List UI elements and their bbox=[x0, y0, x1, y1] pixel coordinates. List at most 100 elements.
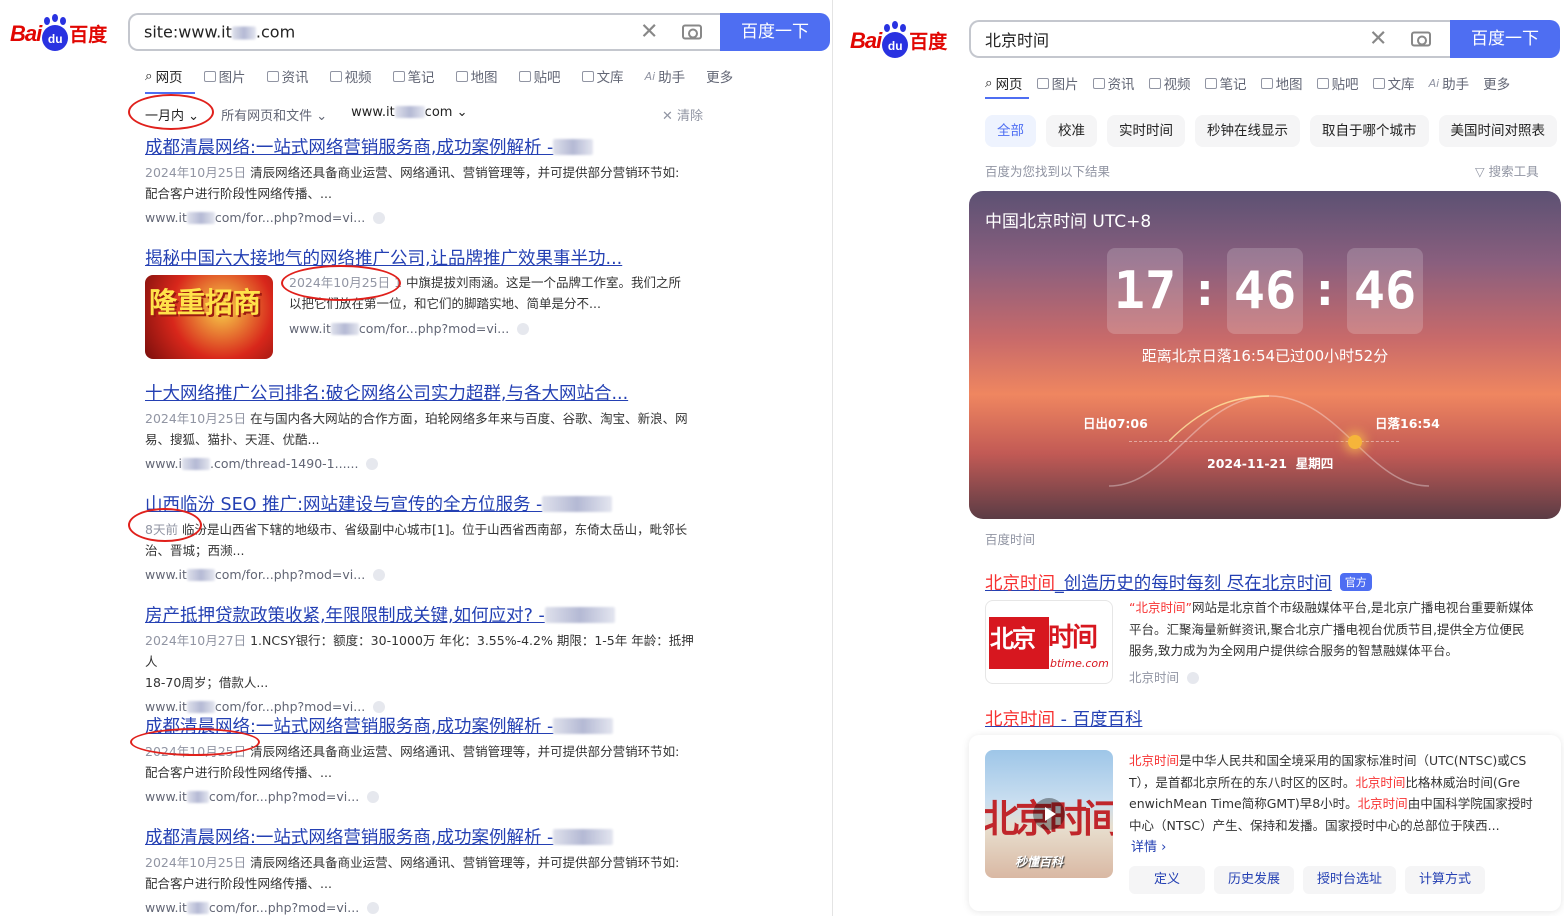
search-button[interactable]: 百度一下 bbox=[1450, 20, 1560, 58]
pill-calculation[interactable]: 计算方式 bbox=[1405, 866, 1486, 894]
clear-icon[interactable]: ✕ bbox=[1369, 27, 1387, 52]
chip-seconds[interactable]: 秒钟在线显示 bbox=[1195, 115, 1300, 147]
result-title[interactable]: 十大网络推广公司排名:破仑网络公司实力超群,与各大网站合... bbox=[145, 380, 705, 405]
result-url[interactable]: www.it com/for...php?mod=vi... bbox=[145, 699, 705, 714]
chevron-down-icon: ⌄ bbox=[456, 105, 468, 120]
search-icon: ⌕ bbox=[985, 75, 993, 91]
tab-video[interactable]: 视频 bbox=[1148, 73, 1191, 93]
annotation-circle bbox=[128, 508, 202, 542]
sun-icon bbox=[1348, 435, 1362, 449]
search-query[interactable]: site:www.it .com bbox=[144, 23, 295, 42]
search-result: 山西临汾 SEO 推广:网站建设与宣传的全方位服务 - 8天前 临汾是山西省下辖… bbox=[145, 491, 705, 582]
sunset-elapsed: 距离北京日落16:54已过00小时52分 bbox=[1141, 347, 1389, 365]
chevron-down-icon[interactable] bbox=[367, 902, 380, 914]
chevron-down-icon[interactable] bbox=[373, 569, 386, 581]
search-box[interactable]: site:www.it .com ✕ bbox=[128, 13, 720, 51]
clock-hours: 17 bbox=[1107, 248, 1183, 334]
baidu-logo[interactable]: Bai du 百度 bbox=[850, 24, 947, 58]
image-icon bbox=[1036, 77, 1049, 89]
search-tabs: ⌕ 网页 图片 资讯 视频 笔记 地图 贴吧 文库 Ai 助手 更多 bbox=[145, 66, 733, 86]
tab-tieba[interactable]: 贴吧 bbox=[518, 66, 561, 86]
tab-notes[interactable]: 笔记 bbox=[392, 66, 435, 86]
chevron-down-icon[interactable] bbox=[1187, 672, 1200, 684]
camera-icon[interactable] bbox=[1411, 31, 1431, 47]
result-title[interactable]: 北京时间 - 百度百科 bbox=[985, 706, 1142, 731]
filter-icon: ▽ bbox=[1475, 164, 1489, 179]
clear-filter-button[interactable]: ✕ 清除 bbox=[662, 105, 703, 124]
chevron-down-icon[interactable] bbox=[373, 212, 386, 224]
result-url[interactable]: www.it com/for...php?mod=vi... bbox=[145, 567, 705, 582]
site-filter[interactable]: www.it com ⌄ bbox=[351, 105, 467, 124]
tab-assistant[interactable]: Ai 助手 bbox=[645, 66, 686, 87]
chevron-down-icon[interactable] bbox=[367, 791, 380, 803]
tab-news[interactable]: 资讯 bbox=[266, 66, 309, 86]
details-link[interactable]: 详情 › bbox=[1131, 836, 1166, 855]
tab-more[interactable]: 更多 bbox=[706, 66, 733, 86]
tab-notes[interactable]: 笔记 bbox=[1204, 73, 1247, 93]
logo-text: 时间 bbox=[1048, 623, 1098, 653]
tab-tieba[interactable]: 贴吧 bbox=[1316, 73, 1359, 93]
baidu-logo[interactable]: Bai du 百度 bbox=[10, 17, 107, 51]
chip-calibrate[interactable]: 校准 bbox=[1046, 115, 1097, 147]
video-brand: 秒懂百科 bbox=[1015, 855, 1064, 869]
sunrise-label: 日出07:06 bbox=[1083, 416, 1148, 431]
chip-city[interactable]: 取自于哪个城市 bbox=[1310, 115, 1429, 147]
ai-icon: Ai bbox=[1428, 76, 1440, 90]
result-url[interactable]: www.it com/for...php?mod=vi... bbox=[145, 210, 705, 225]
search-box[interactable]: 北京时间 ✕ bbox=[969, 20, 1450, 58]
tab-map[interactable]: 地图 bbox=[455, 66, 498, 86]
suggestion-chips: 全部 校准 实时时间 秒钟在线显示 取自于哪个城市 美国时间对照表 bbox=[985, 115, 1557, 147]
result-source[interactable]: 北京时间 bbox=[1129, 667, 1200, 686]
btime-logo[interactable]: 北京 时间 btime.com bbox=[985, 600, 1113, 684]
search-result: 成都清晨网络:一站式网络营销服务商,成功案例解析 - 2024年10月25日 清… bbox=[145, 713, 705, 804]
news-icon bbox=[1092, 77, 1105, 89]
result-title[interactable]: 房产抵押贷款政策收紧,年限限制成关键,如何应对? - bbox=[145, 602, 705, 627]
search-query[interactable]: 北京时间 bbox=[985, 27, 1049, 51]
tab-news[interactable]: 资讯 bbox=[1092, 73, 1135, 93]
tab-images[interactable]: 图片 bbox=[203, 66, 246, 86]
result-title[interactable]: 北京时间_创造历史的每时每刻 尽在北京时间 官方 bbox=[985, 570, 1372, 595]
tab-assistant[interactable]: Ai 助手 bbox=[1428, 73, 1470, 94]
tab-wenku[interactable]: 文库 bbox=[581, 66, 624, 86]
search-result: 成都清晨网络:一站式网络营销服务商,成功案例解析 - 2024年10月25日 清… bbox=[145, 134, 705, 225]
clear-icon[interactable]: ✕ bbox=[640, 20, 658, 45]
tab-web[interactable]: ⌕ 网页 bbox=[985, 73, 1023, 93]
result-url[interactable]: www.it com/for...php?mod=vi... bbox=[145, 900, 705, 915]
pill-definition[interactable]: 定义 bbox=[1129, 866, 1206, 894]
active-tab-underline bbox=[985, 97, 1029, 99]
chevron-down-icon[interactable] bbox=[366, 458, 379, 470]
annotation-circle bbox=[128, 94, 214, 130]
chip-all[interactable]: 全部 bbox=[985, 115, 1036, 147]
search-result: 成都清晨网络:一站式网络营销服务商,成功案例解析 - 2024年10月25日 清… bbox=[145, 824, 705, 915]
type-filter[interactable]: 所有网页和文件 ⌄ bbox=[221, 105, 327, 124]
tab-video[interactable]: 视频 bbox=[329, 66, 372, 86]
chip-realtime[interactable]: 实时时间 bbox=[1107, 115, 1185, 147]
tab-web[interactable]: ⌕ 网页 bbox=[145, 66, 183, 86]
chip-us-time[interactable]: 美国时间对照表 bbox=[1438, 115, 1557, 147]
result-url[interactable]: www.it com/for...php?mod=vi... bbox=[289, 321, 530, 336]
result-snippet: 2024年10月25日 清辰网络还具备商业运营、网络通讯、营销管理等，并可提供部… bbox=[145, 855, 680, 891]
tieba-icon bbox=[1316, 77, 1329, 89]
result-thumbnail[interactable]: 隆重招商 bbox=[145, 275, 273, 359]
pill-station-site[interactable]: 授时台选址 bbox=[1303, 866, 1397, 894]
tab-images[interactable]: 图片 bbox=[1036, 73, 1079, 93]
result-url[interactable]: www.it com/for...php?mod=vi... bbox=[145, 789, 705, 804]
result-title[interactable]: 山西临汾 SEO 推广:网站建设与宣传的全方位服务 - bbox=[145, 491, 705, 516]
annotation-circle bbox=[130, 728, 260, 756]
search-button[interactable]: 百度一下 bbox=[720, 13, 830, 51]
video-thumbnail[interactable]: 北京时间 秒懂百科 bbox=[985, 750, 1113, 878]
chevron-down-icon[interactable] bbox=[373, 701, 386, 713]
tab-map[interactable]: 地图 bbox=[1260, 73, 1303, 93]
tab-wenku[interactable]: 文库 bbox=[1372, 73, 1415, 93]
tab-more[interactable]: 更多 bbox=[1483, 73, 1510, 93]
chevron-down-icon[interactable] bbox=[517, 323, 530, 335]
result-title[interactable]: 成都清晨网络:一站式网络营销服务商,成功案例解析 - bbox=[145, 824, 705, 849]
result-title[interactable]: 揭秘中国六大接地气的网络推广公司,让品牌推广效果事半功... bbox=[145, 245, 705, 270]
pill-history[interactable]: 历史发展 bbox=[1214, 866, 1295, 894]
search-icon: ⌕ bbox=[145, 68, 153, 84]
search-tools-button[interactable]: ▽ 搜索工具 bbox=[1475, 161, 1539, 180]
play-icon[interactable] bbox=[1033, 798, 1065, 830]
result-url[interactable]: www.i .com/thread-1490-1...... bbox=[145, 456, 705, 471]
result-title[interactable]: 成都清晨网络:一站式网络营销服务商,成功案例解析 - bbox=[145, 134, 705, 159]
camera-icon[interactable] bbox=[682, 24, 702, 40]
